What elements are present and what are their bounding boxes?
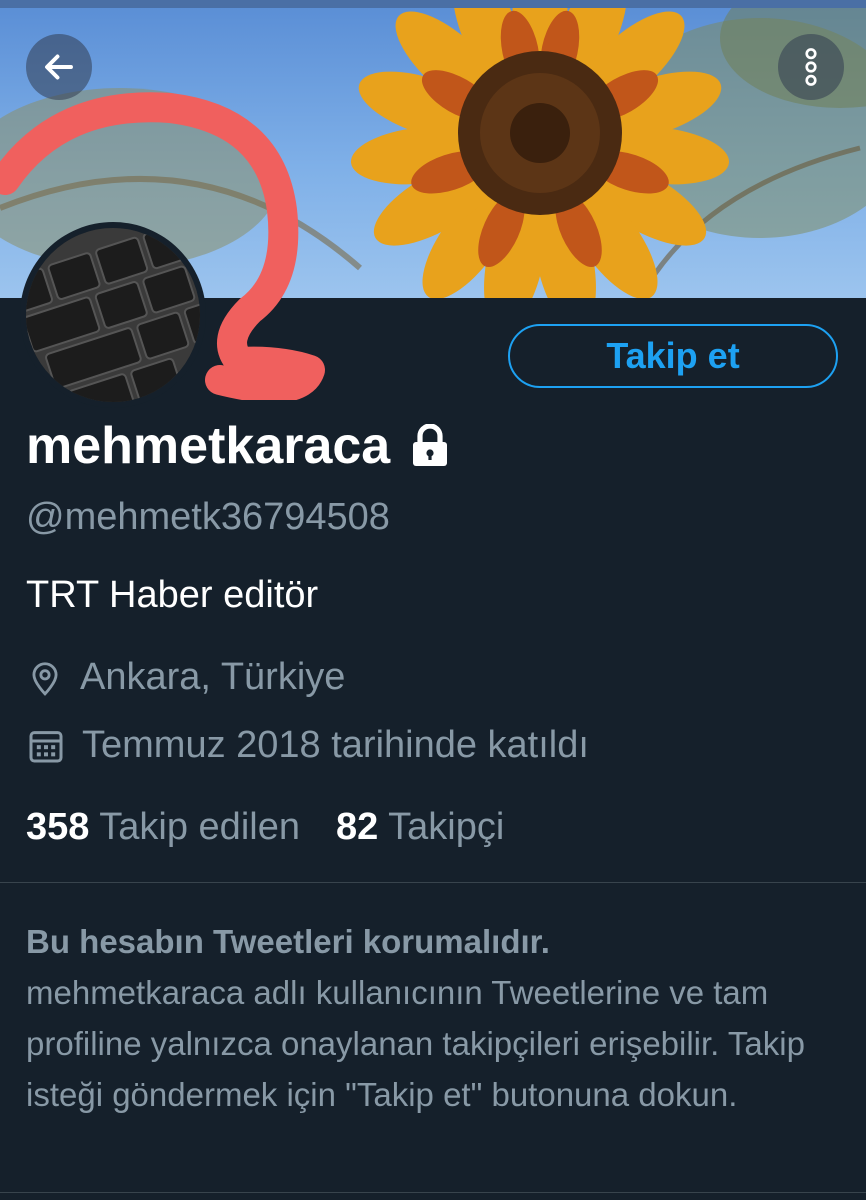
- protected-account-notice: Bu hesabın Tweetleri korumalıdır. mehmet…: [26, 916, 846, 1120]
- user-handle: @mehmetk36794508: [26, 496, 390, 538]
- display-name-row: mehmetkaraca: [26, 416, 450, 476]
- display-name: mehmetkaraca: [26, 417, 391, 475]
- follow-button[interactable]: Takip et: [508, 324, 838, 388]
- bottom-divider: [0, 1192, 866, 1193]
- following-label: Takip edilen: [99, 806, 300, 848]
- followers-label: Takipçi: [388, 806, 505, 848]
- joined-row: Temmuz 2018 tarihinde katıldı: [26, 724, 589, 767]
- follow-button-label: Takip et: [606, 335, 740, 376]
- profile-bio: TRT Haber editör: [26, 574, 319, 616]
- avatar[interactable]: [20, 222, 206, 408]
- follow-stats: 358 Takip edilen 82 Takipçi: [26, 806, 504, 849]
- protected-notice-title: Bu hesabın Tweetleri korumalıdır.: [26, 923, 550, 960]
- arrow-left-icon: [45, 54, 73, 80]
- location-text: Ankara, Türkiye: [80, 656, 346, 698]
- section-divider: [0, 882, 866, 883]
- calendar-icon: [29, 730, 63, 762]
- following-stat[interactable]: 358 Takip edilen: [26, 806, 300, 849]
- protected-notice-body: mehmetkaraca adlı kullanıcının Tweetleri…: [26, 974, 805, 1113]
- location-row: Ankara, Türkiye: [26, 656, 345, 699]
- followers-stat[interactable]: 82 Takipçi: [336, 806, 504, 849]
- map-pin-icon: [32, 661, 58, 696]
- following-count: 358: [26, 806, 90, 848]
- joined-text: Temmuz 2018 tarihinde katıldı: [82, 724, 589, 766]
- followers-count: 82: [335, 806, 379, 848]
- more-vertical-icon: [805, 48, 817, 86]
- status-strip: [0, 0, 866, 8]
- back-button[interactable]: [26, 34, 92, 100]
- more-options-button[interactable]: [778, 34, 844, 100]
- avatar-image: [26, 228, 200, 402]
- lock-icon: [413, 424, 448, 466]
